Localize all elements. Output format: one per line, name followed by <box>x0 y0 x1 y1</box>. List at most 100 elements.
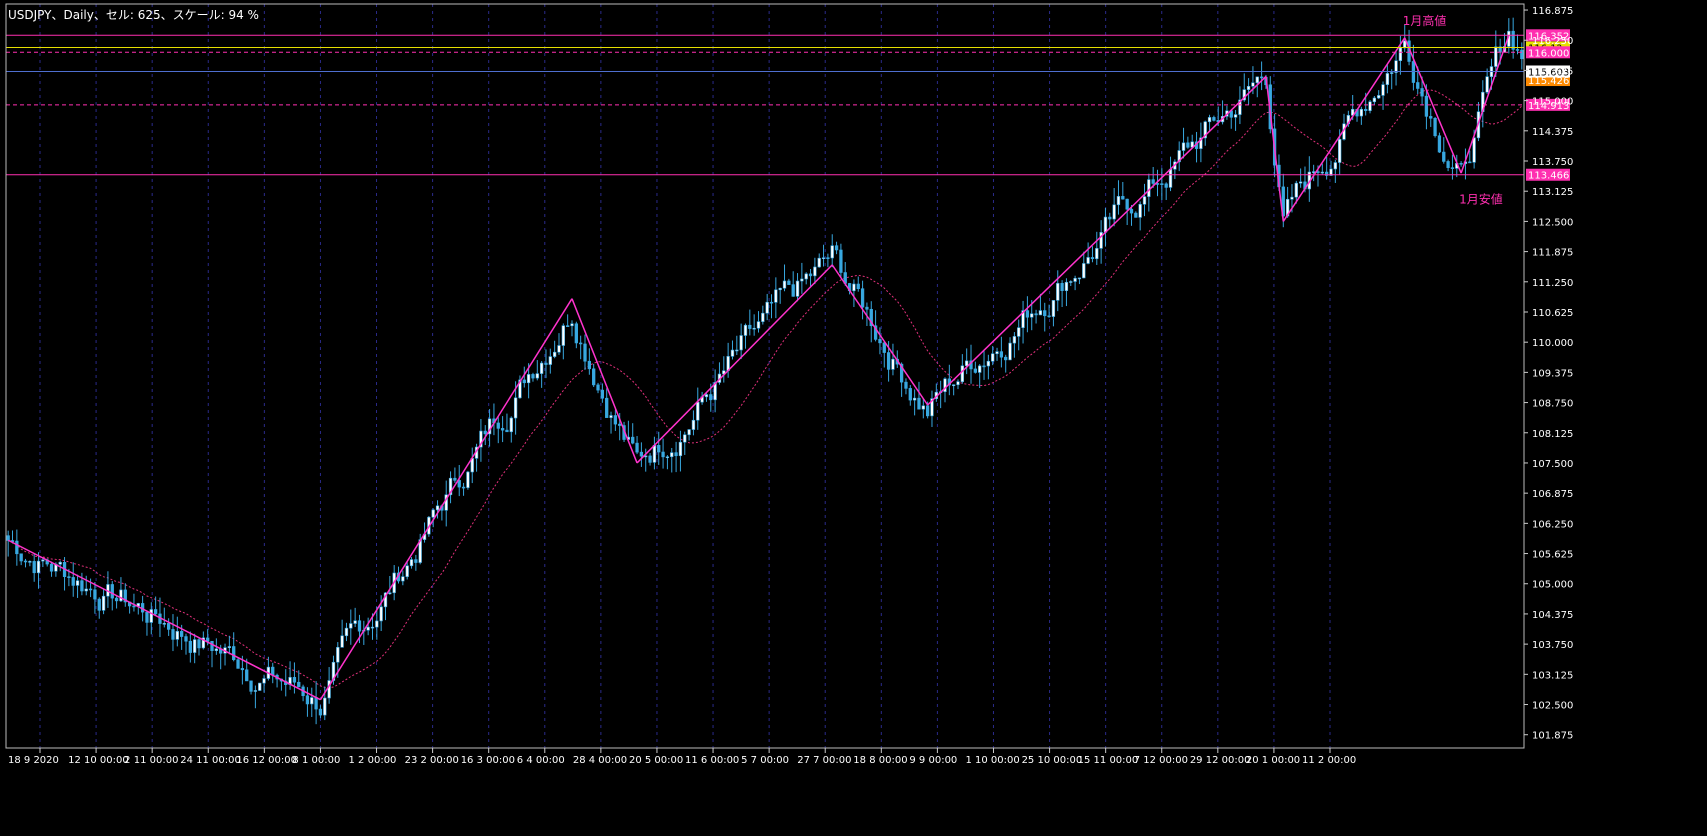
candle-body <box>791 284 795 297</box>
candle-body <box>1160 183 1164 185</box>
candle-body <box>813 266 817 277</box>
candle-body <box>817 257 821 268</box>
candle-body <box>986 360 991 367</box>
candle-body <box>232 646 236 661</box>
candle-body <box>370 626 375 629</box>
candle-body <box>778 287 782 291</box>
candle-body <box>153 609 158 615</box>
candle-body <box>149 609 153 623</box>
candle-body <box>1008 342 1012 361</box>
candle-body <box>839 249 843 273</box>
candle-body <box>336 647 340 663</box>
candle-body <box>1147 179 1151 197</box>
candle-body <box>67 576 71 578</box>
candle-body <box>1511 30 1515 50</box>
candle-body <box>1416 82 1420 89</box>
candle-body <box>180 631 184 637</box>
candle-body <box>41 559 45 562</box>
candle-body <box>834 245 839 251</box>
candle-body <box>605 397 609 418</box>
candle-body <box>505 429 509 433</box>
candle-body <box>1134 212 1138 218</box>
candle-body <box>509 417 513 433</box>
candle-body <box>1372 97 1377 103</box>
candle-body <box>1437 135 1442 153</box>
candle-body <box>1485 76 1489 93</box>
candle-body <box>214 648 218 651</box>
price-tick-label: 111.875 <box>1532 248 1573 259</box>
candle-body <box>1207 117 1212 123</box>
candle-body <box>162 623 166 625</box>
candle-body <box>570 323 574 327</box>
candle-body <box>925 405 930 417</box>
candle-body <box>32 561 36 574</box>
chart-title: USDJPY、Daily、セル: 625、スケール: 94 % <box>8 8 259 22</box>
candle-body <box>513 397 518 419</box>
candle-body <box>466 471 470 488</box>
price-tick-label: 110.625 <box>1532 308 1573 319</box>
candle-body <box>561 325 565 346</box>
time-tick-label: 16 3 00:00 <box>461 755 515 766</box>
candle-body <box>357 620 362 632</box>
candle-body <box>15 540 19 555</box>
candle-body <box>271 666 275 676</box>
candle-body <box>683 434 687 443</box>
candle-body <box>435 505 440 511</box>
candle-body <box>1450 167 1455 169</box>
candle-body <box>175 631 179 640</box>
candle-body <box>522 379 526 384</box>
candle-body <box>1060 283 1064 291</box>
candle-body <box>865 306 869 310</box>
candle-body <box>978 365 982 373</box>
candle-body <box>1433 117 1437 137</box>
candle-body <box>1034 313 1038 316</box>
time-tick-label: 11 6 00:00 <box>685 755 739 766</box>
candle-body <box>318 708 323 716</box>
candle-body <box>613 415 618 425</box>
candle-body <box>1316 171 1320 173</box>
candle-body <box>500 428 505 431</box>
candle-body <box>735 349 739 352</box>
candle-body <box>808 273 813 277</box>
candle-body <box>379 606 383 622</box>
candle-body <box>1138 204 1142 218</box>
candle-body <box>587 360 591 370</box>
candle-body <box>227 646 232 648</box>
candle-body <box>496 422 500 429</box>
candle-body <box>973 368 977 373</box>
candle-body <box>1494 46 1498 67</box>
time-tick-label: 7 12 00:00 <box>1134 755 1188 766</box>
price-chart[interactable]: 116.352116.1?116.000115.603115.426114.91… <box>0 0 1707 836</box>
candle-body <box>995 351 999 355</box>
candle-body <box>739 335 743 351</box>
candle-body <box>184 636 188 642</box>
candle-body <box>36 560 41 574</box>
time-tick-label: 1 2 00:00 <box>349 755 397 766</box>
candle-body <box>1251 82 1255 87</box>
candle-body <box>405 565 409 577</box>
candle-body <box>240 668 245 671</box>
candle-body <box>730 349 735 357</box>
time-tick-label: 20 5 00:00 <box>629 755 683 766</box>
candle-body <box>991 353 995 362</box>
candle-body <box>674 452 678 457</box>
candle-body <box>262 678 266 684</box>
price-tick-label: 114.375 <box>1532 127 1573 138</box>
candle-body <box>1429 116 1433 119</box>
candle-body <box>58 562 62 565</box>
candle-body <box>6 535 10 541</box>
price-tick-label: 107.500 <box>1532 459 1573 470</box>
candle-body <box>539 362 544 374</box>
candle-body <box>769 301 774 304</box>
candle-body <box>84 588 88 592</box>
candle-body <box>236 659 240 669</box>
time-tick-label: 1 10 00:00 <box>965 755 1019 766</box>
candle-body <box>535 373 539 379</box>
candle-body <box>119 589 123 602</box>
candle-body <box>1233 114 1238 118</box>
candle-body <box>952 384 956 387</box>
candle-body <box>743 324 748 336</box>
candle-body <box>171 629 175 640</box>
candle-body <box>1520 49 1524 60</box>
time-tick-label: 20 1 00:00 <box>1246 755 1300 766</box>
